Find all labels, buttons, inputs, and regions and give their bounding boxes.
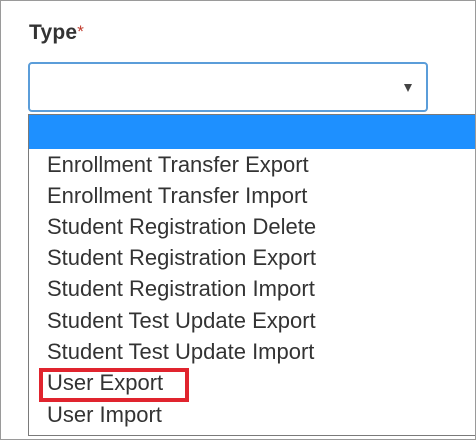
dropdown-option-enrollment-transfer-export[interactable]: Enrollment Transfer Export — [29, 149, 475, 181]
dropdown-arrow-icon — [404, 84, 412, 92]
dropdown-option-student-registration-export[interactable]: Student Registration Export — [29, 242, 475, 274]
dropdown-option-student-test-update-export[interactable]: Student Test Update Export — [29, 305, 475, 337]
type-field-label: Type* — [29, 21, 84, 45]
dropdown-option-user-import[interactable]: User Import — [29, 399, 475, 431]
dropdown-option-enrollment-transfer-import[interactable]: Enrollment Transfer Import — [29, 180, 475, 212]
dropdown-option-student-test-update-import[interactable]: Student Test Update Import — [29, 336, 475, 368]
dropdown-option-student-registration-import[interactable]: Student Registration Import — [29, 273, 475, 305]
dropdown-option-blank[interactable] — [29, 115, 475, 149]
screenshot-frame: Type* Enrollment Transfer Export Enrollm… — [0, 0, 476, 440]
type-select[interactable] — [28, 62, 428, 112]
user-export-highlight — [39, 368, 189, 402]
type-label-text: Type — [29, 21, 78, 44]
required-asterisk: * — [77, 22, 85, 41]
dropdown-option-student-registration-delete[interactable]: Student Registration Delete — [29, 211, 475, 243]
